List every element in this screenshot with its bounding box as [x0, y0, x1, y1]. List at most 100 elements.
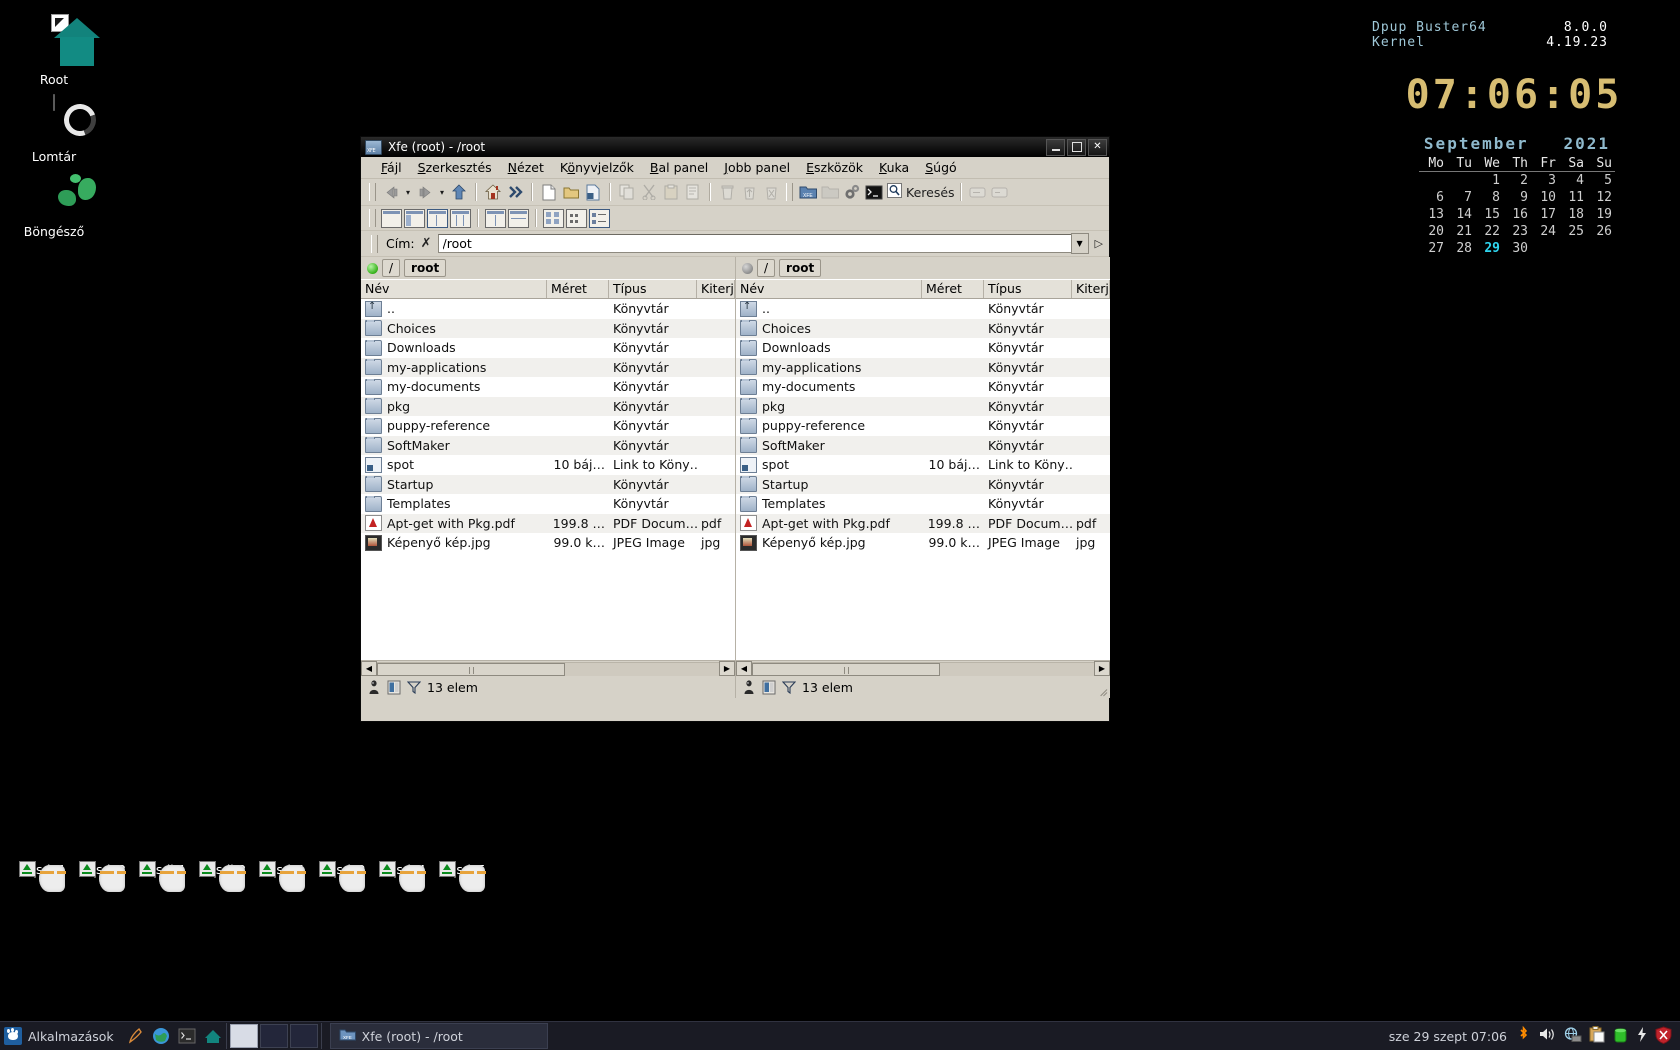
xfe-file-manager-window[interactable]: Xfe (root) - /root ✕ Fájl Szerkesztés Né…	[360, 136, 1110, 722]
toolbar-grip[interactable]	[371, 234, 378, 253]
open-xfe-window-alt-icon[interactable]	[819, 181, 841, 203]
file-row[interactable]: my-applications Könyvtár	[736, 357, 1110, 377]
thumbnail-toggle-icon[interactable]	[387, 680, 401, 695]
drive-icon-sdc1[interactable]: sdc1	[258, 861, 322, 892]
column-header-name[interactable]: Név	[361, 280, 547, 298]
file-name-cell[interactable]: puppy-reference	[736, 417, 922, 434]
file-name-cell[interactable]: Képenyő kép.jpg	[361, 534, 547, 551]
file-name-cell[interactable]: pkg	[736, 398, 922, 415]
toolbar-grip[interactable]	[786, 183, 793, 201]
open-xfe-window-icon[interactable]: XFE	[797, 181, 819, 203]
file-name-cell[interactable]: Képenyő kép.jpg	[736, 534, 922, 551]
file-row[interactable]: Apt-get with Pkg.pdf 199.8 … PDF Docum… pdf	[736, 513, 1110, 533]
menu-item-left-panel[interactable]: Bal panel	[642, 158, 716, 177]
file-row[interactable]: SoftMaker Könyvtár	[736, 435, 1110, 455]
address-dropdown-icon[interactable]: ▼	[1070, 233, 1089, 254]
empty-trash-icon[interactable]	[760, 181, 782, 203]
desktop[interactable]: Root Lomtár Böngésző sda1 sda2 sdb1 sdb2…	[0, 0, 1680, 1022]
workspace-3[interactable]	[289, 1024, 318, 1048]
right-column-headers[interactable]: Név Méret Típus Kiterj	[736, 279, 1110, 299]
drive-icon-sdc4[interactable]: sdc4	[378, 861, 442, 892]
column-header-type[interactable]: Típus	[984, 280, 1072, 298]
column-header-name[interactable]: Név	[736, 280, 922, 298]
panel-layout-toolbar[interactable]	[361, 206, 1109, 231]
column-header-size[interactable]: Méret	[922, 280, 984, 298]
right-horizontal-scrollbar[interactable]: ◀ ▶	[736, 660, 1110, 676]
back-history-dropdown-icon[interactable]: ▾	[402, 188, 414, 197]
applications-menu-button[interactable]: Alkalmazások	[0, 1022, 122, 1050]
properties-icon[interactable]	[682, 181, 704, 203]
column-header-ext[interactable]: Kiterj	[697, 280, 735, 298]
right-crumb-dir[interactable]: root	[779, 259, 822, 277]
menu-item-edit[interactable]: Szerkesztés	[410, 158, 500, 177]
desktop-icon-root[interactable]: Root	[8, 14, 100, 87]
file-name-cell[interactable]: my-documents	[361, 378, 547, 395]
terminal-icon[interactable]	[174, 1023, 200, 1049]
vertical-split-icon[interactable]	[485, 208, 506, 228]
close-button[interactable]: ✕	[1088, 138, 1107, 156]
drive-icon-sdc2[interactable]: sdc2	[318, 861, 382, 892]
address-bar[interactable]: Cím: ✗ ▼ ▷	[361, 231, 1109, 257]
power-flash-icon[interactable]	[1636, 1026, 1648, 1046]
file-row[interactable]: spot 10 báj… Link to Köny…	[736, 455, 1110, 475]
file-row[interactable]: .. Könyvtár	[736, 299, 1110, 319]
new-file-icon[interactable]	[538, 181, 560, 203]
delete-trash-icon[interactable]	[716, 181, 738, 203]
file-name-cell[interactable]: my-applications	[361, 359, 547, 376]
tree-two-panel-view-icon[interactable]	[450, 208, 471, 228]
file-row[interactable]: Choices Könyvtár	[736, 318, 1110, 338]
scroll-left-icon[interactable]: ◀	[736, 661, 752, 676]
maximize-button[interactable]	[1067, 138, 1086, 156]
paste-icon[interactable]	[660, 181, 682, 203]
workspace-2[interactable]	[259, 1024, 288, 1048]
new-symlink-icon[interactable]	[582, 181, 604, 203]
file-name-cell[interactable]: Apt-get with Pkg.pdf	[361, 515, 547, 532]
left-crumb-dir[interactable]: root	[404, 259, 447, 277]
taskbar[interactable]: Alkalmazások XFE Xfe (root) - /root sze …	[0, 1021, 1680, 1050]
right-panel-pathbar[interactable]: / root	[736, 257, 1110, 279]
left-file-panel[interactable]: / root Név Méret Típus Kiterj .. Könyvtár…	[361, 257, 736, 698]
clipboard-icon[interactable]	[1589, 1026, 1605, 1046]
left-file-list[interactable]: .. Könyvtár Choices Könyvtár Downloads Könyvt…	[361, 299, 735, 660]
rename-icon[interactable]	[967, 181, 989, 203]
volume-icon[interactable]	[1538, 1027, 1556, 1045]
restore-from-trash-icon[interactable]	[738, 181, 760, 203]
menu-item-view[interactable]: Nézet	[500, 158, 552, 177]
right-crumb-root[interactable]: /	[757, 259, 776, 277]
desktop-icon-browser[interactable]: Böngésző	[8, 170, 100, 239]
left-column-headers[interactable]: Név Méret Típus Kiterj	[361, 279, 735, 299]
up-directory-icon[interactable]	[448, 181, 470, 203]
desktop-icon-trash[interactable]: Lomtár	[8, 94, 100, 164]
clear-address-icon[interactable]: ✗	[421, 236, 432, 251]
bluetooth-icon[interactable]	[1516, 1025, 1531, 1046]
cut-icon[interactable]	[638, 181, 660, 203]
file-name-cell[interactable]: my-documents	[736, 378, 922, 395]
forward-history-dropdown-icon[interactable]: ▾	[436, 188, 448, 197]
file-row[interactable]: my-applications Könyvtár	[361, 357, 735, 377]
quick-launch-bar[interactable]	[122, 1022, 226, 1050]
filter-icon[interactable]	[781, 680, 797, 695]
network-icon[interactable]	[1563, 1026, 1582, 1046]
scroll-right-icon[interactable]: ▶	[719, 661, 735, 676]
copy-icon[interactable]	[616, 181, 638, 203]
file-name-cell[interactable]: Apt-get with Pkg.pdf	[736, 515, 922, 532]
back-icon[interactable]	[380, 181, 402, 203]
pencil-draw-icon[interactable]	[122, 1023, 148, 1049]
left-scroll-trough[interactable]	[377, 661, 719, 676]
file-name-cell[interactable]: SoftMaker	[361, 437, 547, 454]
mount-icon[interactable]	[989, 181, 1011, 203]
right-scroll-trough[interactable]	[752, 661, 1094, 676]
file-row[interactable]: Startup Könyvtár	[361, 474, 735, 494]
horizontal-split-icon[interactable]	[508, 208, 529, 228]
left-horizontal-scrollbar[interactable]: ◀ ▶	[361, 660, 735, 676]
file-row[interactable]: pkg Könyvtár	[361, 396, 735, 416]
file-row[interactable]: .. Könyvtár	[361, 299, 735, 319]
browser-globe-icon[interactable]	[148, 1023, 174, 1049]
workspace-1[interactable]	[229, 1024, 258, 1048]
file-row[interactable]: Képenyő kép.jpg 99.0 k… JPEG Image jpg	[361, 533, 735, 553]
thumbnail-toggle-icon[interactable]	[762, 680, 776, 695]
workspace-switcher[interactable]	[227, 1024, 321, 1048]
terminal-icon[interactable]	[863, 181, 885, 203]
file-row[interactable]: Templates Könyvtár	[361, 494, 735, 514]
file-name-cell[interactable]: Choices	[736, 320, 922, 337]
